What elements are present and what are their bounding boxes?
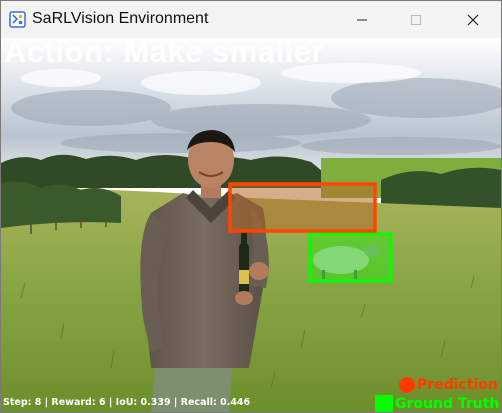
app-window: SaRLVision Environment Action: Make smal… — [0, 0, 502, 413]
action-label: Action: Make smaller — [4, 38, 325, 69]
minimize-icon — [357, 19, 367, 20]
minimize-button[interactable] — [339, 1, 385, 38]
ground-truth-marker-icon — [375, 395, 393, 412]
prediction-marker-icon — [399, 377, 415, 393]
maximize-button[interactable] — [393, 1, 439, 38]
scene-image — [1, 38, 501, 412]
maximize-icon — [411, 14, 421, 25]
legend-ground-truth: Ground Truth — [375, 395, 500, 412]
python-icon — [9, 11, 26, 28]
legend-ground-truth-label: Ground Truth — [395, 396, 500, 412]
status-line: Step: 8 | Reward: 6 | IoU: 0.339 | Recal… — [3, 397, 251, 408]
legend-prediction: Prediction — [399, 377, 498, 393]
legend-prediction-label: Prediction — [417, 377, 498, 393]
close-button[interactable] — [450, 1, 496, 38]
window-title: SaRLVision Environment — [32, 10, 209, 27]
close-icon — [467, 14, 479, 25]
title-bar[interactable]: SaRLVision Environment — [1, 1, 501, 38]
environment-canvas: Action: Make smaller Step: 8 | Reward: 6… — [1, 38, 501, 412]
